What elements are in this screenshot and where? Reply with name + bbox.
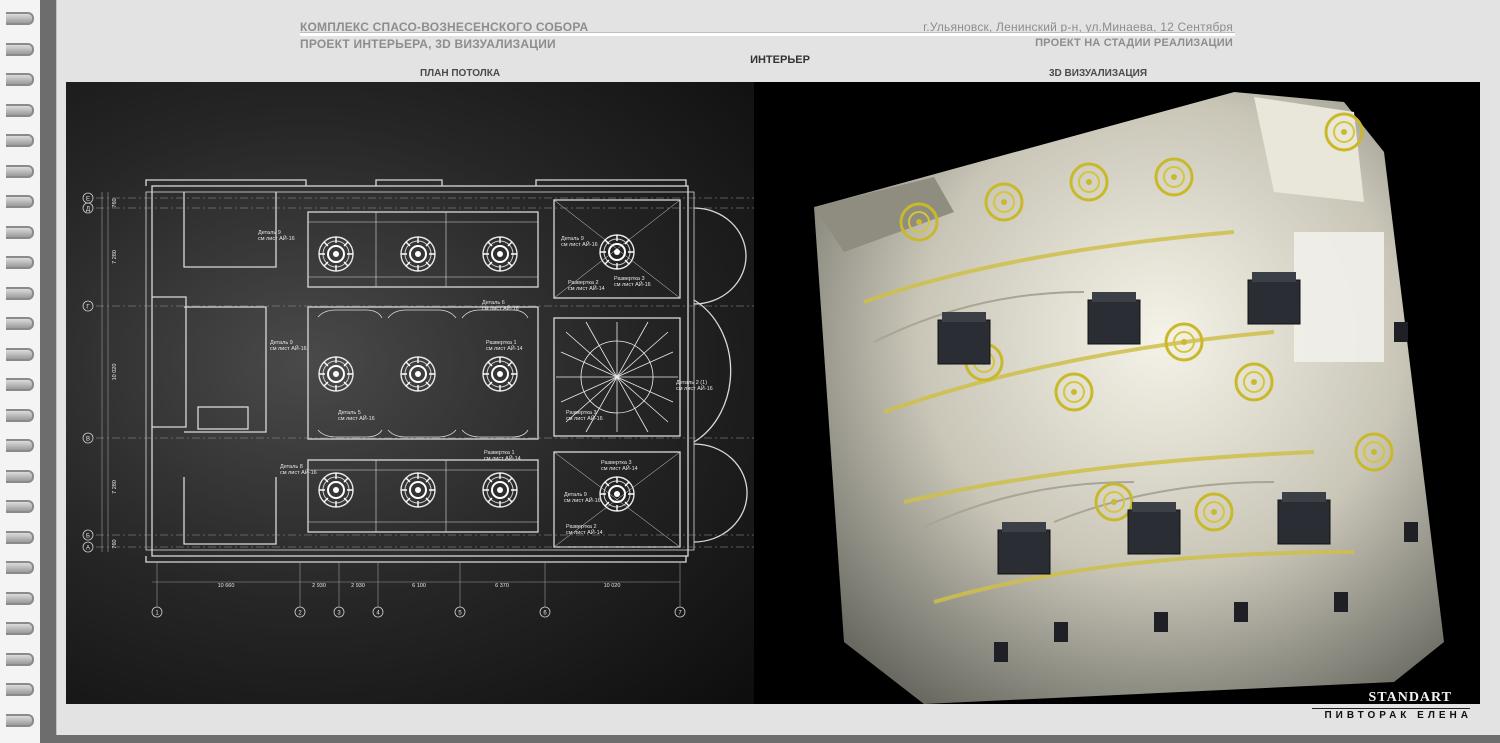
bottom-dimension: 10 660 (218, 583, 235, 589)
binding-ring (6, 195, 34, 208)
binding-ring (6, 408, 34, 422)
bottom-dimension: 2 930 (312, 583, 326, 589)
column-axis-label: 7 (678, 611, 682, 617)
row-axis-label: А (86, 546, 90, 552)
binding-ring (6, 652, 34, 666)
binding-ring (6, 103, 34, 117)
brand-rule (1312, 708, 1470, 709)
binding-ring (6, 591, 34, 605)
header-rule (300, 32, 1235, 36)
binding-ring (6, 317, 34, 330)
binding-ring (6, 622, 34, 635)
binding-ring (6, 500, 34, 513)
author-branding: STANDART ПИВТОРАК ЕЛЕНА (1312, 690, 1472, 724)
section-title: ИНТЕРЬЕР (750, 54, 810, 66)
binding-ring (6, 469, 34, 483)
plan-note: см лист АЙ-16 (566, 414, 603, 422)
binding-ring (6, 73, 34, 86)
visualization-svg (754, 82, 1480, 704)
binding-ring (6, 347, 34, 361)
left-dimension: 10 020 (112, 364, 118, 381)
plan-note: см лист АЙ-16 (561, 240, 598, 248)
spiral-binding (0, 0, 40, 743)
plan-note: см лист АЙ-14 (486, 344, 523, 352)
plan-note: см лист АЙ-14 (601, 464, 638, 472)
bottom-dimension: 10 020 (604, 583, 621, 589)
bottom-dimension: 6 100 (412, 583, 426, 589)
plan-note: см лист АЙ-16 (270, 344, 307, 352)
binding-ring (6, 286, 34, 300)
row-axis-label: Г (86, 305, 90, 311)
binding-ring (6, 134, 34, 147)
row-axis-label: Б (86, 534, 90, 540)
plan-note: см лист АЙ-16 (676, 384, 713, 392)
plan-note: см лист АЙ-16 (614, 280, 651, 288)
row-axis-label: В (86, 437, 90, 443)
author-name: ПИВТОРАК ЕЛЕНА (1324, 710, 1472, 721)
binding-ring (6, 439, 34, 452)
row-axis-label: Д (86, 207, 90, 213)
binding-ring (6, 561, 34, 574)
binding-ring (6, 225, 34, 239)
binding-ring (6, 683, 34, 696)
column-axis-label: 6 (543, 611, 547, 617)
left-dimension: 7 280 (112, 250, 118, 264)
plan-note: см лист АЙ-14 (484, 454, 521, 462)
column-axis-label: 4 (376, 611, 380, 617)
plan-note: см лист АЙ-16 (258, 234, 295, 242)
content-panel: ЕДГВБАДГВБ123456710 6602 9302 9306 1006 … (66, 82, 1480, 704)
brand-logo: STANDART (1368, 690, 1452, 705)
column-axis-label: 5 (458, 611, 462, 617)
plan-note: см лист АЙ-16 (280, 468, 317, 476)
binding-ring (6, 256, 34, 269)
column-axis-label: 3 (337, 611, 341, 617)
left-dimension: 760 (112, 198, 118, 207)
column-axis-label: 1 (155, 611, 159, 617)
plan-note: см лист АЙ-16 (564, 496, 601, 504)
ceiling-3d-visualization (754, 82, 1480, 704)
binding-ring (6, 713, 34, 727)
left-dimension: 7 280 (112, 480, 118, 494)
right-caption: 3D ВИЗУАЛИЗАЦИЯ (1048, 68, 1148, 79)
plan-note: см лист АЙ-14 (568, 284, 605, 292)
left-caption: ПЛАН ПОТОЛКА (419, 68, 501, 79)
plan-note: см лист АЙ-16 (482, 304, 519, 312)
project-stage: ПРОЕКТ НА СТАДИИ РЕАЛИЗАЦИИ (1035, 37, 1233, 49)
binding-ring (6, 12, 34, 25)
bottom-dimension: 2 930 (351, 583, 365, 589)
row-axis-label: Е (86, 197, 90, 203)
binding-ring (6, 378, 34, 391)
binding-ring (6, 42, 34, 56)
binding-ring (6, 164, 34, 178)
ceiling-plan-svg: ЕДГВБАДГВБ123456710 6602 9302 9306 1006 … (82, 179, 836, 618)
bottom-dimension: 6 370 (495, 583, 509, 589)
plan-note: см лист АЙ-16 (338, 414, 375, 422)
project-subtitle: ПРОЕКТ ИНТЕРЬЕРА, 3D ВИЗУАЛИЗАЦИИ (300, 37, 556, 51)
plan-note: см лист АЙ-14 (566, 528, 603, 536)
ceiling-plan-drawing: ЕДГВБАДГВБ123456710 6602 9302 9306 1006 … (66, 82, 836, 704)
binding-ring (6, 530, 34, 544)
left-dimension: 760 (112, 539, 118, 548)
column-axis-label: 2 (298, 611, 302, 617)
